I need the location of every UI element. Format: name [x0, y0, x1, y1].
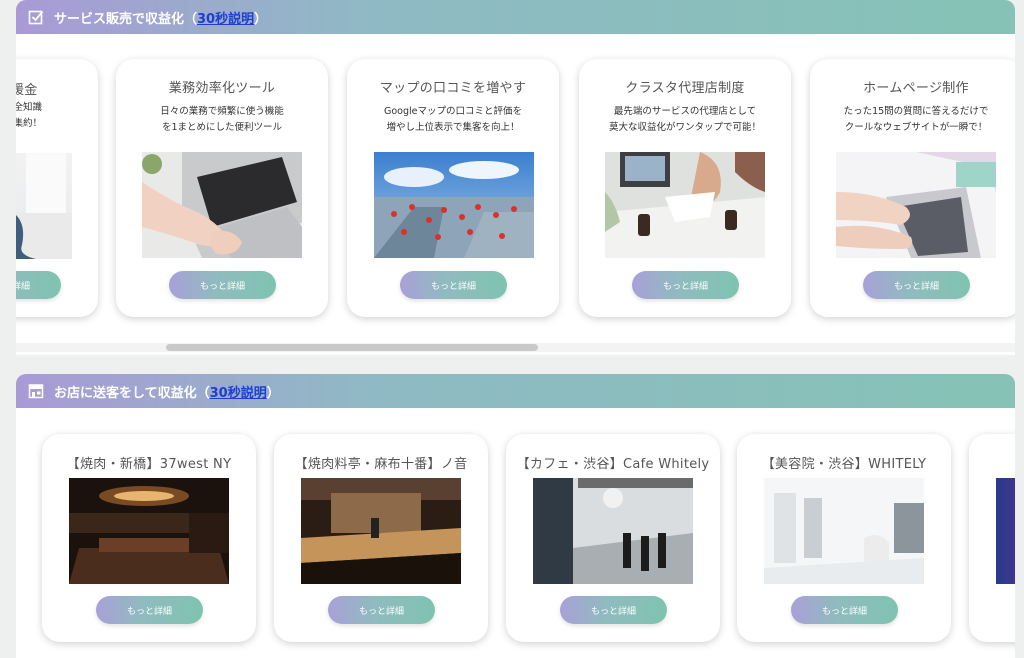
card-desc: の全知識に集約！: [16, 102, 43, 129]
section-title-close: ）: [266, 385, 280, 401]
store-card: 【焼肉・新橋】37west NY もっと詳細: [42, 434, 256, 642]
store-card: 【美容院・渋谷】WHITELY もっと詳細: [737, 434, 951, 642]
more-details-button[interactable]: もっと詳細: [328, 596, 435, 624]
service-card: マップの口コミを増やす Googleマップの口コミと評価を 増やし上位表示で集客を…: [347, 59, 559, 317]
carousel[interactable]: 【焼肉・新橋】37west NY もっと詳細 【焼肉料亭・麻布十番】ノ音 もっと…: [16, 408, 1015, 658]
meeting-image: [605, 152, 765, 258]
section-header: サービス販売で収益化（ 30秒説明）: [16, 0, 1015, 34]
typing-image: [836, 152, 996, 258]
card-title: 援金: [16, 83, 38, 98]
section-header: お店に送客をして収益化（ 30秒説明）: [16, 374, 1015, 408]
horizontal-scrollbar[interactable]: [16, 343, 1015, 352]
more-details-button[interactable]: もっと詳細: [632, 271, 739, 299]
card-desc: 日々の業務で頻繁に使う機能 を1まとめにした便利ツール: [160, 106, 284, 133]
more-details-button[interactable]: もっと詳細: [169, 271, 276, 299]
card-desc: たった15問の質問に答えるだけで クールなウェブサイトが一瞬で！: [843, 106, 989, 133]
store-referral-section: お店に送客をして収益化（ 30秒説明） 【焼肉・新橋】37west NY もっと詳…: [16, 374, 1015, 658]
card-desc: Googleマップの口コミと評価を 増やし上位表示で集客を向上！: [383, 106, 522, 133]
store-icon: [28, 383, 44, 399]
more-details-button[interactable]: もっと詳細: [96, 596, 203, 624]
card-desc: 最先端のサービスの代理店として 莫大な収益化がワンタップで可能！: [608, 106, 761, 133]
more-details-button[interactable]: もっと詳細: [560, 596, 667, 624]
card-title: マップの口コミを増やす: [379, 81, 527, 96]
store-card: 【カフェ・渋谷】Cafe Whitely もっと詳細: [506, 434, 720, 642]
section-title: サービス販売で収益化（: [54, 11, 198, 27]
service-card: クラスタ代理店制度 最先端のサービスの代理店として 莫大な収益化がワンタップで可能…: [579, 59, 791, 317]
restaurant-image: [69, 478, 229, 584]
more-details-button[interactable]: もっと詳細: [791, 596, 898, 624]
card-title: クラスタ代理店制度: [625, 81, 745, 96]
card-title: 【焼肉・新橋】37west NY: [66, 457, 232, 472]
card-title: 【焼肉料亭・麻布十番】ノ音: [294, 457, 468, 472]
cafe-image: [533, 478, 693, 584]
card-image: [16, 153, 72, 259]
section-title: お店に送客をして収益化（: [54, 385, 210, 401]
card-title: 業務効率化ツール: [168, 81, 276, 96]
explain-link[interactable]: 30秒説明: [197, 8, 254, 27]
explain-link[interactable]: 30秒説明: [210, 382, 267, 401]
store-card: [969, 434, 1015, 642]
restaurant-image: [301, 478, 461, 584]
service-sales-section: サービス販売で収益化（30秒説明） 援金 の全知識に集約！ もっと詳細 業務効率…: [16, 0, 1015, 355]
store-image-partial: [996, 478, 1015, 584]
card-title: 【カフェ・渋谷】Cafe Whitely: [516, 457, 710, 472]
section-title-close: ）: [254, 11, 268, 27]
salon-image: [764, 478, 924, 584]
laptop-image: [142, 152, 302, 258]
store-card: 【焼肉料亭・麻布十番】ノ音 もっと詳細: [274, 434, 488, 642]
checkbox-icon: [28, 9, 44, 25]
city-map-image: [374, 152, 534, 258]
more-details-button[interactable]: もっと詳細: [16, 271, 61, 299]
service-card: 援金 の全知識に集約！ もっと詳細: [16, 59, 98, 317]
carousel[interactable]: 援金 の全知識に集約！ もっと詳細 業務効率化ツール 日々の業務で頻繁に使う機能…: [16, 34, 1015, 355]
service-card: 業務効率化ツール 日々の業務で頻繁に使う機能 を1まとめにした便利ツール もっと詳…: [116, 59, 328, 317]
card-title: 【美容院・渋谷】WHITELY: [761, 457, 927, 472]
service-card: ホームページ制作 たった15問の質問に答えるだけで クールなウェブサイトが一瞬で！…: [810, 59, 1015, 317]
more-details-button[interactable]: もっと詳細: [400, 271, 507, 299]
card-title: ホームページ制作: [863, 81, 969, 96]
more-details-button[interactable]: もっと詳細: [863, 271, 970, 299]
scrollbar-thumb[interactable]: [166, 344, 538, 351]
